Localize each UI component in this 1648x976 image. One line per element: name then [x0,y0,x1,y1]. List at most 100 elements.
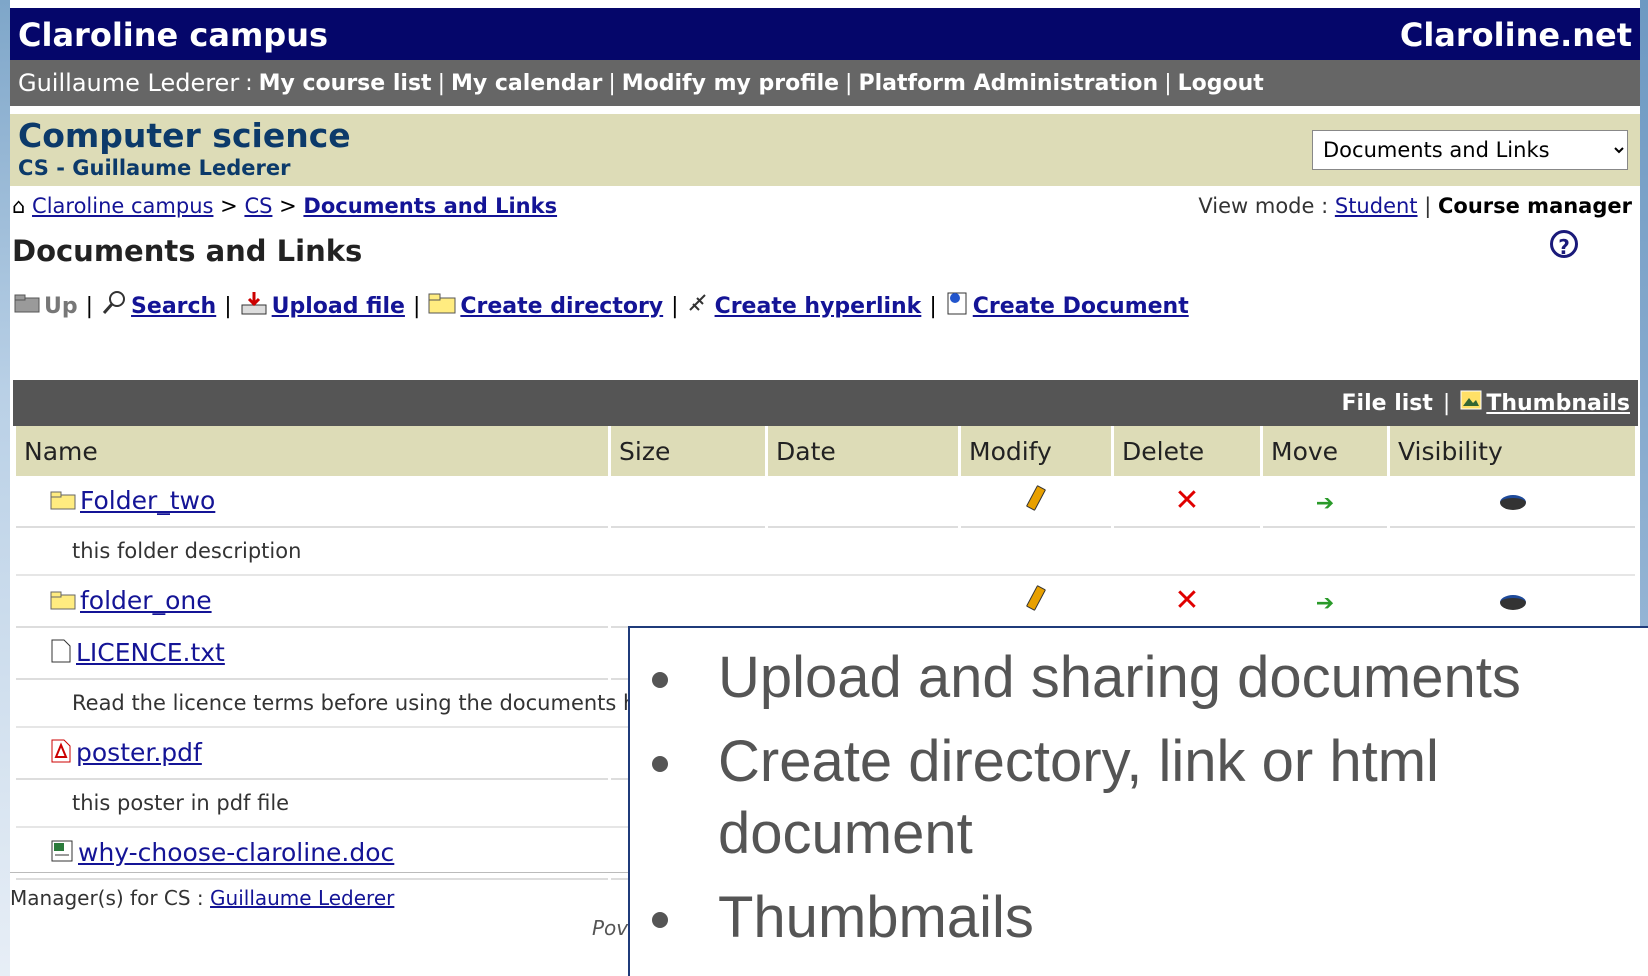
folder-icon [50,587,76,616]
file-list-label: File list [1341,390,1433,416]
separator: | [437,70,445,96]
column-header-move: Move [1263,426,1387,476]
view-mode-manager: Course manager [1437,194,1632,218]
thumbnails-icon [1460,390,1482,416]
slide-background-edge [0,0,10,976]
table-row: folder_one ✕ ➔ [16,576,1635,628]
separator: | [1424,194,1432,218]
bullet-dot [652,756,668,772]
file-name-cell: Folder_two [16,476,608,528]
column-header-date: Date [768,426,958,476]
file-name-cell: folder_one [16,576,608,628]
page-title: Documents and Links [12,234,363,268]
date-cell [768,476,958,528]
file-link-why-choose[interactable]: why-choose-claroline.doc [78,838,394,867]
bullet-item: Create directory, link or html document [630,726,1648,870]
separator: | [85,293,94,319]
modify-cell [961,576,1111,628]
search-icon [101,290,127,322]
breadcrumb-current[interactable]: Documents and Links [303,194,557,218]
pencil-icon[interactable] [1025,585,1047,611]
bullet-text: Thumbmails [718,885,1034,950]
folder-up-icon [14,293,40,319]
date-cell [768,576,958,628]
bullet-item: Thumbmails [630,882,1648,954]
user-colon: : [245,70,253,96]
file-name-cell: LICENCE.txt [16,628,608,680]
breadcrumb-separator: > [220,194,238,218]
platform-admin-link[interactable]: Platform Administration [858,71,1158,96]
claroline-net-link[interactable]: Claroline.net [1400,16,1632,54]
tool-select[interactable]: Documents and Links [1312,130,1628,170]
slide-bullet-overlay: Upload and sharing documents Create dire… [628,626,1648,976]
upload-icon [240,290,268,322]
file-description: this folder description [16,528,1635,576]
table-row: Folder_two ✕ ➔ [16,476,1635,528]
campus-title-link[interactable]: Claroline campus [18,16,328,54]
logout-link[interactable]: Logout [1178,71,1264,96]
eye-icon[interactable] [1499,594,1526,610]
course-title-link[interactable]: Computer science [18,116,351,155]
modify-profile-link[interactable]: Modify my profile [622,71,839,96]
breadcrumb-campus[interactable]: Claroline campus [32,194,213,218]
course-header: Computer science CS - Guillaume Lederer … [10,114,1640,186]
bullet-dot [652,912,668,928]
delete-icon[interactable]: ✕ [1174,483,1199,518]
file-list-header: File list | Thumbnails [13,380,1638,426]
hyperlink-icon [687,292,711,320]
user-name: Guillaume Lederer [18,69,240,97]
doc-icon [50,839,74,869]
new-folder-icon [428,292,456,320]
top-banner: Claroline campus Claroline.net [10,8,1640,60]
create-directory-button[interactable]: Create directory [460,294,663,319]
view-mode-student-link[interactable]: Student [1335,194,1418,218]
delete-cell: ✕ [1114,476,1260,528]
move-icon[interactable]: ➔ [1316,591,1334,616]
modify-cell [961,476,1111,528]
pencil-icon[interactable] [1025,485,1047,511]
visibility-cell [1390,576,1635,628]
course-subtitle: CS - Guillaume Lederer [18,156,291,180]
user-bar: Guillaume Lederer : My course list | My … [10,60,1640,106]
file-link-folder-one[interactable]: folder_one [80,586,212,615]
file-link-folder-two[interactable]: Folder_two [80,486,215,515]
view-mode: View mode : Student | Course manager [1198,194,1632,218]
file-link-poster[interactable]: poster.pdf [76,738,202,767]
separator: | [412,293,421,319]
delete-cell: ✕ [1114,576,1260,628]
new-document-icon [945,290,969,322]
course-managers: Manager(s) for CS : Guillaume Lederer [10,886,394,910]
column-header-name: Name [16,426,608,476]
size-cell [611,476,765,528]
view-mode-label: View mode : [1198,194,1335,218]
pdf-icon [50,739,72,769]
manager-link[interactable]: Guillaume Lederer [210,886,394,910]
my-course-list-link[interactable]: My course list [259,71,432,96]
separator: | [608,70,616,96]
separator: | [1164,70,1172,96]
column-header-size: Size [611,426,765,476]
move-cell: ➔ [1263,576,1387,628]
file-icon [50,639,72,669]
upload-file-button[interactable]: Upload file [272,294,405,319]
table-header-row: Name Size Date Modify Delete Move Visibi… [16,426,1635,476]
home-icon: ⌂ [12,194,26,218]
bullet-text: Upload and sharing documents [718,645,1521,710]
breadcrumb-course[interactable]: CS [244,194,272,218]
search-button[interactable]: Search [131,294,216,319]
separator: | [845,70,853,96]
separator: | [671,293,679,319]
help-icon[interactable]: ? [1550,230,1578,259]
file-link-licence[interactable]: LICENCE.txt [76,638,225,667]
separator: | [1442,390,1451,416]
move-icon[interactable]: ➔ [1316,491,1334,516]
thumbnails-link[interactable]: Thumbnails [1486,391,1630,416]
delete-icon[interactable]: ✕ [1174,583,1199,618]
create-document-button[interactable]: Create Document [973,294,1189,319]
create-hyperlink-button[interactable]: Create hyperlink [715,294,922,319]
breadcrumb-separator: > [279,194,297,218]
managers-label: Manager(s) for CS : [10,886,211,910]
bullet-item: Upload and sharing documents [630,642,1648,714]
my-calendar-link[interactable]: My calendar [451,71,602,96]
eye-icon[interactable] [1499,494,1526,510]
